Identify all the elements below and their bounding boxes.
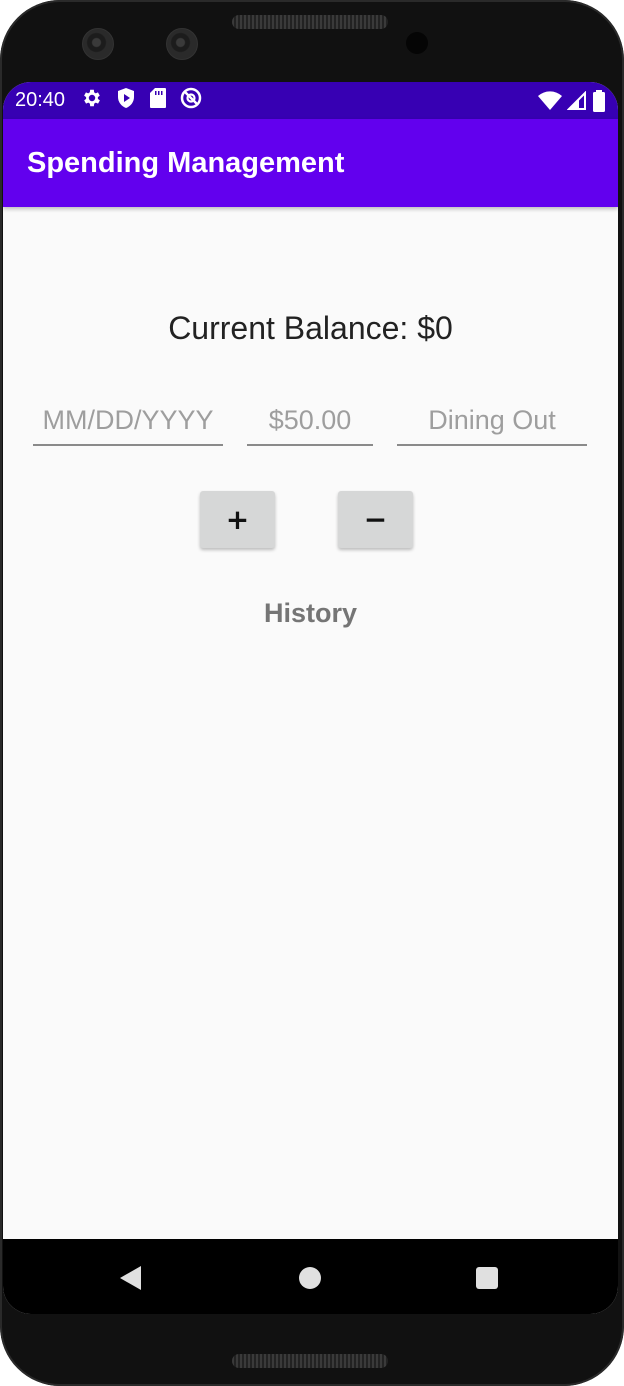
wifi-icon — [538, 91, 562, 116]
battery-icon — [592, 90, 606, 117]
history-list — [3, 642, 618, 1232]
add-button[interactable]: + — [200, 491, 275, 548]
app-screen: 20:40 Spending Management Current Balanc… — [3, 82, 618, 1314]
category-input[interactable] — [397, 396, 587, 446]
bottom-speaker — [232, 1354, 388, 1368]
status-bar: 20:40 — [3, 82, 618, 119]
do-not-disturb-icon — [180, 87, 202, 114]
app-bar: Spending Management — [3, 119, 618, 207]
status-time: 20:40 — [15, 89, 66, 111]
amount-input[interactable] — [247, 396, 373, 446]
app-title: Spending Management — [27, 147, 345, 179]
phone-frame: 20:40 Spending Management Current Balanc… — [0, 0, 624, 1386]
history-heading: History — [263, 598, 358, 628]
date-input[interactable] — [33, 396, 223, 446]
settings-icon — [81, 87, 103, 114]
navigation-bar — [3, 1239, 618, 1314]
proximity-sensor — [406, 32, 428, 54]
back-icon[interactable] — [119, 1265, 143, 1296]
subtract-button[interactable]: − — [338, 491, 413, 548]
sd-card-icon — [149, 87, 167, 114]
recents-icon[interactable] — [476, 1267, 498, 1289]
current-balance: Current Balance: $0 — [168, 310, 453, 346]
earpiece-speaker — [232, 15, 388, 29]
signal-icon — [566, 90, 587, 116]
home-icon[interactable] — [299, 1267, 321, 1289]
shield-icon — [116, 87, 136, 114]
front-camera-icon — [82, 28, 114, 60]
front-camera-icon — [166, 28, 198, 60]
